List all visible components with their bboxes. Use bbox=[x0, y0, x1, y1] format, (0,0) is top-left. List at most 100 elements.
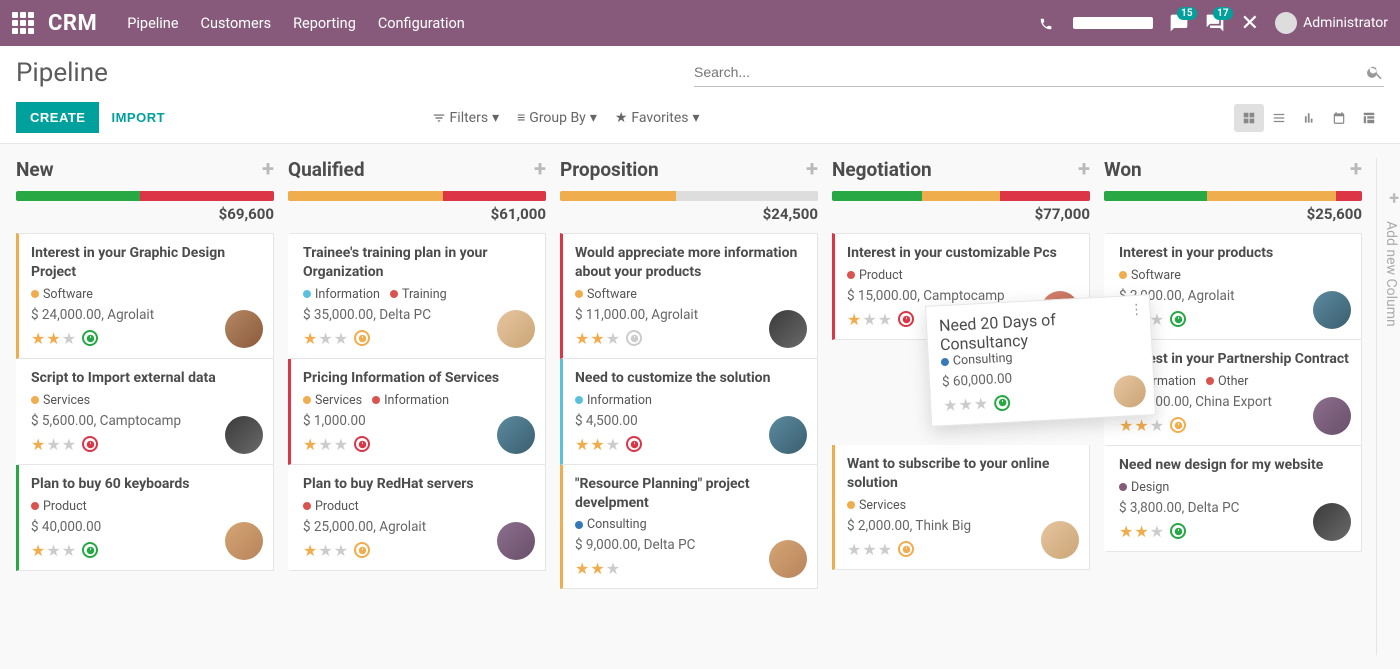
list-view-button[interactable] bbox=[1264, 104, 1294, 132]
priority-stars[interactable]: ★★★ bbox=[847, 540, 892, 559]
card-tag: Product bbox=[31, 499, 87, 514]
kanban-card[interactable]: Need new design for my website Design $ … bbox=[1104, 446, 1362, 552]
card-avatar[interactable] bbox=[497, 310, 535, 348]
favorites-dropdown[interactable]: ★ Favorites ▾ bbox=[615, 110, 700, 126]
card-tag: Product bbox=[847, 268, 903, 283]
priority-stars[interactable]: ★★★ bbox=[303, 541, 348, 560]
card-avatar[interactable] bbox=[225, 310, 263, 348]
kanban-card[interactable]: Trainee's training plan in your Organiza… bbox=[288, 233, 546, 359]
priority-stars[interactable]: ★★★ bbox=[1119, 416, 1164, 435]
priority-stars[interactable]: ★★★ bbox=[31, 541, 76, 560]
card-avatar[interactable] bbox=[1313, 397, 1351, 435]
activity-icon[interactable] bbox=[898, 541, 914, 557]
priority-stars[interactable]: ★★★ bbox=[303, 329, 348, 348]
search-bar[interactable] bbox=[694, 60, 1384, 87]
filters-dropdown[interactable]: Filters ▾ bbox=[432, 110, 500, 126]
card-amount: $ 60,000.00 bbox=[942, 364, 1142, 390]
progress-tray[interactable] bbox=[1073, 17, 1153, 29]
dragging-card[interactable]: ⋮ Need 20 Days of Consultancy Consulting… bbox=[925, 294, 1156, 427]
activity-icon[interactable] bbox=[82, 436, 98, 452]
card-tag: Software bbox=[1119, 268, 1181, 283]
activity-icon[interactable] bbox=[626, 330, 642, 346]
card-avatar[interactable] bbox=[1313, 503, 1351, 541]
activity-icon[interactable] bbox=[1170, 417, 1186, 433]
card-tag: Software bbox=[31, 287, 93, 302]
user-avatar bbox=[1275, 12, 1297, 34]
card-avatar[interactable] bbox=[497, 522, 535, 560]
column-progress-bar[interactable] bbox=[832, 191, 1090, 201]
card-tag: Consulting bbox=[941, 350, 1013, 369]
activity-icon[interactable] bbox=[994, 394, 1011, 411]
column-title: New bbox=[16, 158, 54, 181]
priority-stars[interactable]: ★★★ bbox=[303, 435, 348, 454]
nav-configuration[interactable]: Configuration bbox=[378, 15, 465, 32]
close-icon[interactable]: ✕ bbox=[1241, 11, 1259, 36]
activity-icon[interactable] bbox=[82, 330, 98, 346]
card-title: Interest in your products bbox=[1119, 244, 1349, 263]
activity-icon[interactable] bbox=[354, 542, 370, 558]
create-button[interactable]: CREATE bbox=[16, 102, 99, 133]
column-total: $25,600 bbox=[1104, 205, 1362, 223]
column-add-button[interactable]: + bbox=[262, 159, 274, 181]
card-avatar[interactable] bbox=[1313, 291, 1351, 329]
column-progress-bar[interactable] bbox=[1104, 191, 1362, 201]
card-avatar[interactable] bbox=[497, 416, 535, 454]
activity-icon[interactable] bbox=[898, 311, 914, 327]
column-progress-bar[interactable] bbox=[16, 191, 274, 201]
kanban-card[interactable]: Plan to buy 60 keyboards Product $ 40,00… bbox=[16, 465, 274, 571]
messages-icon[interactable]: 15 bbox=[1169, 13, 1189, 34]
search-icon[interactable] bbox=[1366, 62, 1384, 82]
apps-grid-icon[interactable] bbox=[12, 12, 34, 34]
card-avatar[interactable] bbox=[225, 416, 263, 454]
import-button[interactable]: IMPORT bbox=[99, 102, 177, 133]
activity-icon[interactable] bbox=[354, 330, 370, 346]
priority-stars[interactable]: ★★★ bbox=[31, 435, 76, 454]
priority-stars[interactable]: ★★★ bbox=[575, 329, 620, 348]
pivot-view-button[interactable] bbox=[1354, 104, 1384, 132]
card-avatar[interactable] bbox=[769, 416, 807, 454]
nav-customers[interactable]: Customers bbox=[201, 15, 272, 32]
priority-stars[interactable]: ★★★ bbox=[575, 559, 620, 578]
card-tag: Information bbox=[575, 393, 652, 408]
calendar-view-button[interactable] bbox=[1324, 104, 1354, 132]
kanban-card[interactable]: Pricing Information of Services Services… bbox=[288, 359, 546, 465]
nav-reporting[interactable]: Reporting bbox=[293, 15, 356, 32]
graph-view-button[interactable] bbox=[1294, 104, 1324, 132]
activity-icon[interactable] bbox=[1170, 311, 1186, 327]
priority-stars[interactable]: ★★★ bbox=[575, 435, 620, 454]
search-input[interactable] bbox=[694, 60, 1366, 84]
activity-icon[interactable] bbox=[1170, 523, 1186, 539]
kanban-card[interactable]: Want to subscribe to your online solutio… bbox=[832, 445, 1090, 570]
kebab-icon[interactable]: ⋮ bbox=[1129, 302, 1142, 319]
activity-icon[interactable] bbox=[354, 436, 370, 452]
column-add-button[interactable]: + bbox=[1078, 159, 1090, 181]
card-title: Need to customize the solution bbox=[575, 369, 805, 388]
kanban-card[interactable]: Plan to buy RedHat servers Product $ 25,… bbox=[288, 465, 546, 571]
add-column-button[interactable]: +Add new Column bbox=[1376, 158, 1400, 655]
kanban-view-button[interactable] bbox=[1234, 104, 1264, 132]
activity-icon[interactable] bbox=[82, 542, 98, 558]
activities-icon[interactable]: 17 bbox=[1205, 13, 1225, 34]
column-progress-bar[interactable] bbox=[288, 191, 546, 201]
kanban-card[interactable]: "Resource Planning" project develpment C… bbox=[560, 465, 818, 590]
groupby-dropdown[interactable]: ≡ Group By ▾ bbox=[517, 109, 597, 126]
nav-pipeline[interactable]: Pipeline bbox=[127, 15, 178, 32]
priority-stars[interactable]: ★★★ bbox=[847, 310, 892, 329]
priority-stars[interactable]: ★★★ bbox=[943, 394, 989, 415]
kanban-card[interactable]: Would appreciate more information about … bbox=[560, 233, 818, 359]
column-add-button[interactable]: + bbox=[1350, 159, 1362, 181]
activity-icon[interactable] bbox=[626, 436, 642, 452]
column-add-button[interactable]: + bbox=[534, 159, 546, 181]
priority-stars[interactable]: ★★★ bbox=[31, 329, 76, 348]
card-avatar[interactable] bbox=[769, 310, 807, 348]
card-avatar[interactable] bbox=[225, 522, 263, 560]
kanban-card[interactable]: Script to Import external data Services … bbox=[16, 359, 274, 465]
column-add-button[interactable]: + bbox=[806, 159, 818, 181]
priority-stars[interactable]: ★★★ bbox=[1119, 522, 1164, 541]
kanban-card[interactable]: Interest in your Graphic Design Project … bbox=[16, 233, 274, 359]
card-avatar[interactable] bbox=[1041, 521, 1079, 559]
phone-icon[interactable] bbox=[1039, 14, 1053, 33]
column-progress-bar[interactable] bbox=[560, 191, 818, 201]
user-menu[interactable]: Administrator bbox=[1275, 12, 1388, 34]
kanban-card[interactable]: Need to customize the solution Informati… bbox=[560, 359, 818, 465]
